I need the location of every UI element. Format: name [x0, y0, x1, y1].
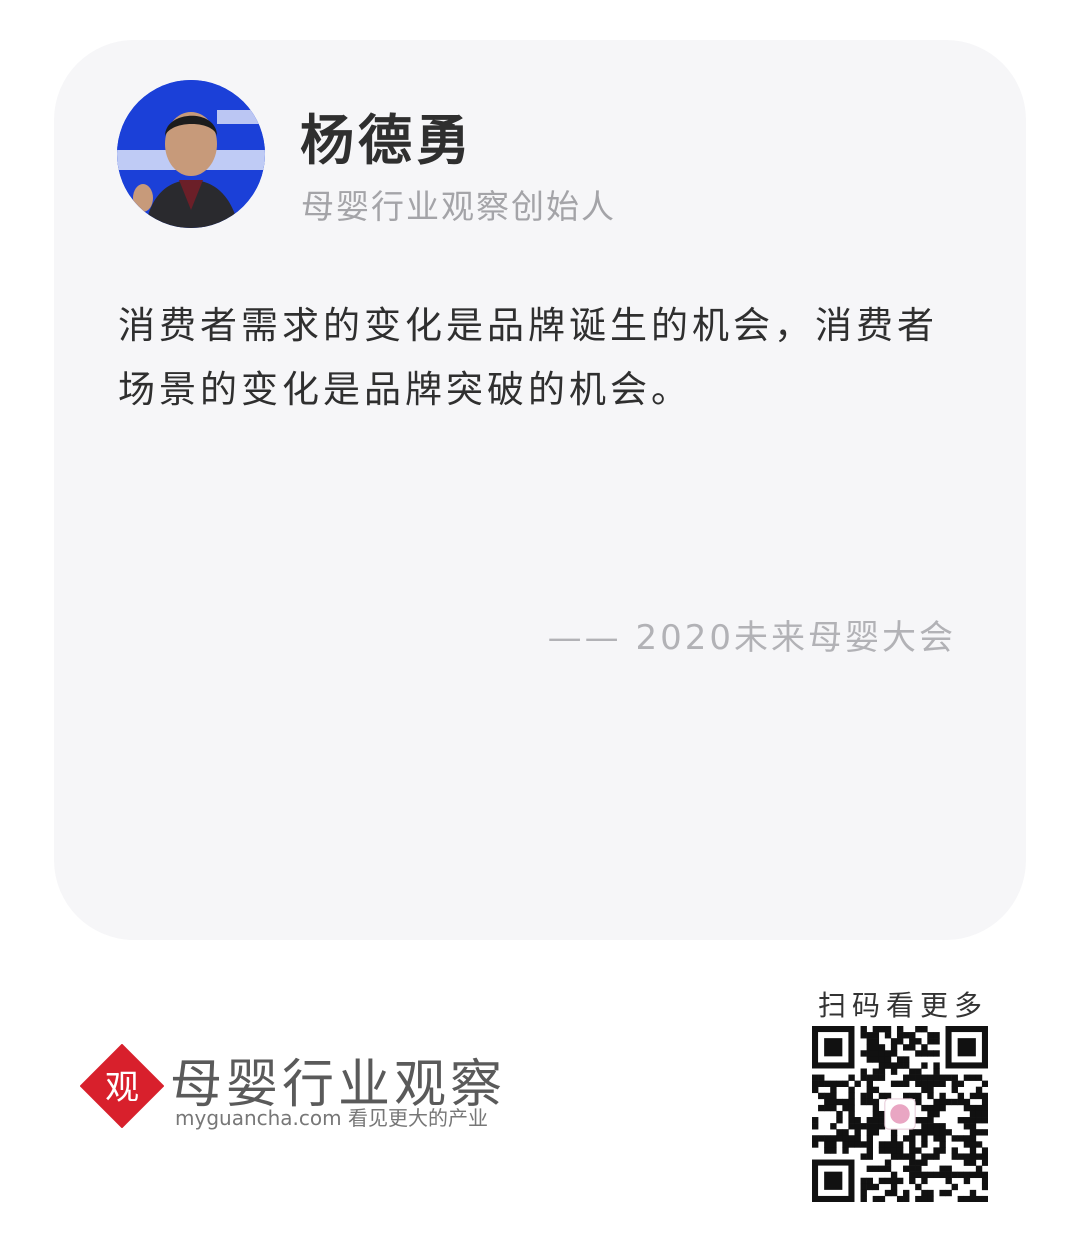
quote-source: —— 2020未来母婴大会 [547, 618, 956, 658]
qr-code[interactable] [812, 1026, 989, 1203]
brand-site: myguancha.com 看见更大的产业 [175, 1106, 488, 1130]
qr-caption: 扫码看更多 [818, 989, 989, 1022]
speaker-avatar [117, 80, 265, 228]
speaker-title: 母婴行业观察创始人 [301, 187, 616, 226]
speaker-name: 杨德勇 [300, 109, 474, 172]
brand-logo-mark: 观 [105, 1068, 139, 1108]
quote-text: 消费者需求的变化是品牌诞生的机会，消费者场景的变化是品牌突破的机会。 [118, 304, 938, 411]
brand-logo-icon: 观 [79, 1043, 165, 1129]
